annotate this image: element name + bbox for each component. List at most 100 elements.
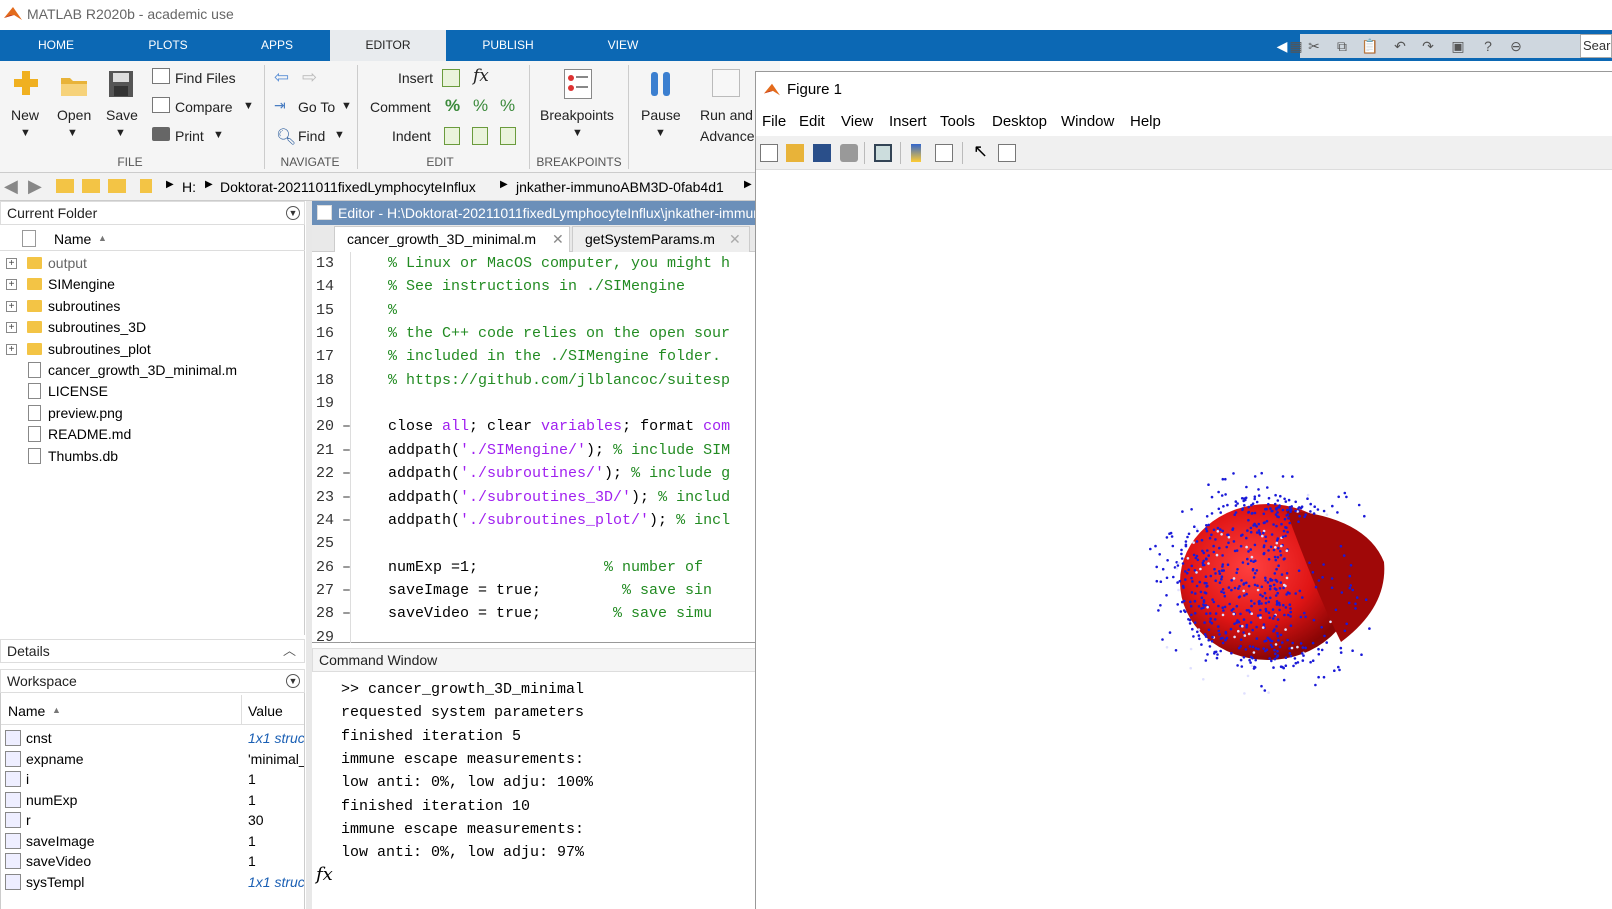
breakpoint-marker[interactable]: –	[342, 579, 351, 602]
code-line[interactable]: 13 % Linux or MacOS computer, you might h	[312, 252, 757, 275]
folder-list-item[interactable]: + subroutines	[0, 296, 300, 317]
name-column-header[interactable]: Name	[54, 231, 91, 247]
chevron-down-icon[interactable]: ▼	[213, 129, 224, 141]
folder-list-item[interactable]: + output	[0, 253, 300, 274]
workspace-row[interactable]: r 30	[5, 810, 303, 830]
search-input[interactable]: Sear	[1580, 34, 1612, 58]
save-icon[interactable]	[813, 144, 831, 162]
code-line[interactable]: 29	[312, 626, 757, 649]
folder-list-item[interactable]: README.md	[0, 424, 300, 445]
ws-value-column-header[interactable]: Value	[248, 703, 283, 719]
run-advance-button[interactable]: Run and	[700, 107, 753, 123]
code-line[interactable]: 19	[312, 392, 757, 415]
undo-icon[interactable]: ↶	[1390, 37, 1410, 55]
breakpoint-marker[interactable]: –	[342, 462, 351, 485]
line-number[interactable]: 19	[316, 392, 334, 415]
up-folder-icon[interactable]	[56, 179, 74, 193]
menu-desktop[interactable]: Desktop	[992, 113, 1047, 130]
folder-list-item[interactable]: Thumbs.db	[0, 446, 300, 467]
print-icon[interactable]	[840, 144, 858, 162]
compare-button[interactable]: Compare	[175, 99, 233, 115]
save-button[interactable]: Save	[106, 107, 138, 123]
chevron-up-icon[interactable]: ︿	[283, 640, 296, 662]
breakpoint-marker[interactable]: –	[342, 415, 351, 438]
code-line[interactable]: 22– addpath('./subroutines/'); % include …	[312, 462, 757, 485]
indent-button[interactable]: Indent	[392, 128, 431, 144]
workspace-row[interactable]: sysTempl 1x1 struct	[5, 872, 304, 892]
redo-icon[interactable]: ↷	[1418, 37, 1438, 55]
code-line[interactable]: 17 % included in the ./SIMengine folder.	[312, 345, 757, 368]
breadcrumb-seg1[interactable]: Doktorat-20211011fixedLymphocyteInflux	[220, 179, 476, 195]
property-inspector-icon[interactable]	[998, 144, 1016, 162]
insert-button[interactable]: Insert	[398, 70, 433, 86]
breakpoints-button[interactable]: Breakpoints	[540, 107, 614, 123]
wrap-comments-icon[interactable]: %	[500, 96, 515, 116]
workspace-row[interactable]: cnst 1x1 struct	[5, 728, 304, 748]
forward-arrow-icon[interactable]: ⇨	[302, 67, 317, 88]
close-icon[interactable]: ✕	[729, 227, 741, 251]
new-button[interactable]: New	[11, 107, 39, 123]
workspace-row[interactable]: expname 'minimal_	[5, 749, 304, 769]
folder-list-item[interactable]: + subroutines_plot	[0, 339, 300, 360]
code-line[interactable]: 23– addpath('./subroutines_3D/'); % inclu…	[312, 486, 757, 509]
line-number[interactable]: 27	[316, 579, 334, 602]
line-number[interactable]: 25	[316, 532, 334, 555]
expand-icon[interactable]: +	[6, 322, 17, 334]
line-number[interactable]: 18	[316, 369, 334, 392]
new-figure-icon[interactable]	[760, 144, 778, 162]
tab-apps[interactable]: APPS	[224, 30, 330, 61]
chevron-down-icon[interactable]: ▼	[243, 100, 254, 112]
chevron-down-icon[interactable]: ▼	[341, 100, 352, 112]
workspace-row[interactable]: numExp 1	[5, 790, 303, 810]
find-files-button[interactable]: Find Files	[175, 70, 236, 86]
workspace-row[interactable]: saveVideo 1	[5, 851, 303, 871]
code-line[interactable]: 14 % See instructions in ./SIMengine	[312, 275, 757, 298]
chevron-down-icon[interactable]: ▼	[115, 127, 126, 139]
forward-arrow-icon[interactable]: ▶	[28, 176, 42, 197]
chevron-down-icon[interactable]: ▼	[572, 127, 583, 139]
line-number[interactable]: 22	[316, 462, 334, 485]
outdent-icon[interactable]	[500, 127, 516, 145]
line-number[interactable]: 15	[316, 299, 334, 322]
breakpoint-marker[interactable]: –	[342, 439, 351, 462]
tab-cancer-growth[interactable]: cancer_growth_3D_minimal.m ✕	[334, 226, 570, 252]
code-line[interactable]: 26– numExp =1; % number of	[312, 556, 757, 579]
comment-button[interactable]: Comment	[370, 99, 431, 115]
tab-home[interactable]: HOME	[0, 30, 112, 61]
search-folder-icon[interactable]	[108, 179, 126, 193]
folder-list-item[interactable]: + subroutines_3D	[0, 317, 300, 338]
code-line[interactable]: 18 % https://github.com/jlblancoc/suitesp	[312, 369, 757, 392]
ws-name-column-header[interactable]: Name	[8, 703, 45, 719]
close-icon[interactable]: ✕	[552, 227, 564, 251]
details-header[interactable]: Details ︿	[0, 639, 305, 663]
back-arrow-icon[interactable]: ⇦	[274, 67, 289, 88]
pause-button[interactable]: Pause	[641, 107, 681, 123]
workspace-row[interactable]: i1	[5, 769, 303, 789]
open-folder-icon[interactable]	[786, 144, 804, 162]
line-number[interactable]: 14	[316, 275, 334, 298]
back-arrow-icon[interactable]: ◀	[4, 176, 18, 197]
expand-icon[interactable]: +	[6, 258, 17, 269]
menu-view[interactable]: View	[841, 113, 873, 130]
link-plot-icon[interactable]	[874, 144, 892, 162]
breakpoint-marker[interactable]: –	[342, 486, 351, 509]
chevron-down-icon[interactable]: ▼	[655, 127, 666, 139]
run-advance-button-line2[interactable]: Advance	[700, 128, 754, 144]
smart-indent-icon[interactable]	[444, 127, 460, 145]
comment-icon[interactable]: %	[445, 96, 460, 116]
line-number[interactable]: 21	[316, 439, 334, 462]
tab-publish[interactable]: PUBLISH	[446, 30, 570, 61]
collapse-icon[interactable]: ⊖	[1506, 37, 1526, 55]
fx-icon[interactable]: fx	[473, 66, 489, 86]
code-line[interactable]: 21– addpath('./SIMengine/'); % include SI…	[312, 439, 757, 462]
code-line[interactable]: 27– saveImage = true; % save sin	[312, 579, 757, 602]
chevron-down-icon[interactable]: ▼	[67, 127, 78, 139]
help-icon[interactable]: ?	[1478, 37, 1498, 55]
code-line[interactable]: 15%	[312, 299, 757, 322]
cut-icon[interactable]: ✂	[1304, 37, 1324, 55]
folder-list-item[interactable]: + SIMengine	[0, 274, 300, 295]
pointer-icon[interactable]: ↖	[973, 141, 988, 162]
tab-get-system-params[interactable]: getSystemParams.m ✕	[572, 226, 750, 252]
print-button[interactable]: Print	[175, 128, 204, 144]
insert-section-icon[interactable]	[442, 69, 460, 87]
